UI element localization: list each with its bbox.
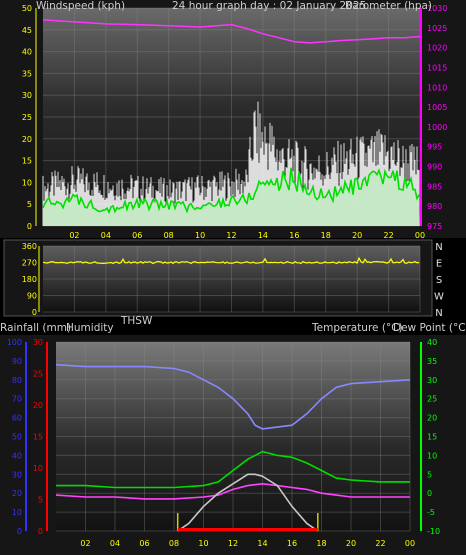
- windspeed-tick-label: 10: [22, 178, 32, 187]
- graph-title: 24 hour graph day : 02 January 2025: [172, 0, 366, 12]
- temperature-tick-label: 0: [427, 489, 432, 498]
- compass-tick-label: W: [434, 292, 444, 303]
- windspeed-tick-label: 50: [22, 4, 32, 13]
- windspeed-tick-label: 25: [22, 113, 32, 122]
- x-tick-label: 10: [195, 231, 205, 240]
- temperature-tick-label: 20: [427, 414, 437, 423]
- x-tick-label: 06: [132, 231, 142, 240]
- x-tick-label: 20: [346, 539, 356, 548]
- barometer-tick-label: 1000: [427, 123, 447, 132]
- x-tick-label: 04: [101, 231, 111, 240]
- windspeed-tick-label: 5: [27, 200, 32, 209]
- barometer-tick-label: 975: [427, 222, 442, 231]
- rain-tick-label: 25: [33, 370, 43, 379]
- humidity-tick-label: 90: [12, 357, 22, 366]
- humidity-tick-label: 80: [12, 376, 22, 385]
- weather-graph-window: 0 5 10 15 20 25 30 35 40 45 50 975 980 985 990 995 1000 1…: [0, 0, 466, 555]
- barometer-tick-label: 1015: [427, 63, 447, 72]
- dew-point-axis-title: Dew Point (°C): [393, 322, 466, 334]
- windspeed-axis-title: Windspeed (kph): [36, 0, 125, 12]
- rain-tick-label: 30: [33, 338, 43, 347]
- direction-tick-label: 180: [22, 275, 37, 284]
- humidity-tick-label: 20: [12, 489, 22, 498]
- barometer-tick-label: 995: [427, 143, 442, 152]
- x-tick-label: 02: [80, 539, 90, 548]
- temperature-tick-label: 5: [427, 470, 432, 479]
- temperature-tick-label: 30: [427, 376, 437, 385]
- direction-tick-label: 0: [32, 308, 37, 317]
- thsw-label: THSW: [120, 315, 153, 327]
- x-tick-label: 04: [110, 539, 120, 548]
- x-tick-label: 08: [169, 539, 179, 548]
- compass-tick-label: E: [436, 259, 442, 270]
- windspeed-tick-label: 35: [22, 69, 32, 78]
- x-tick-label: 20: [352, 231, 362, 240]
- barometer-tick-label: 990: [427, 163, 442, 172]
- x-tick-label: 22: [383, 231, 393, 240]
- x-tick-label: 12: [228, 539, 238, 548]
- temperature-tick-label: 15: [427, 433, 437, 442]
- temperature-tick-label: -10: [427, 527, 440, 536]
- temperature-tick-label: 25: [427, 395, 437, 404]
- x-tick-label: 18: [316, 539, 326, 548]
- compass-tick-label: N: [435, 308, 442, 319]
- windspeed-tick-label: 20: [22, 135, 32, 144]
- windspeed-tick-label: 30: [22, 91, 32, 100]
- windspeed-tick-label: 0: [27, 222, 32, 231]
- x-tick-label: 10: [198, 539, 208, 548]
- windspeed-tick-label: 45: [22, 26, 32, 35]
- humidity-tick-label: 30: [12, 470, 22, 479]
- x-tick-label: 00: [405, 539, 415, 548]
- barometer-axis-title: Barometer (hpa): [345, 0, 432, 12]
- x-tick-label: 14: [258, 231, 268, 240]
- x-tick-label: 18: [321, 231, 331, 240]
- temperature-tick-label: 35: [427, 357, 437, 366]
- rain-tick-label: 0: [38, 527, 43, 536]
- compass-tick-label: S: [436, 275, 442, 286]
- temperature-tick-label: 40: [427, 338, 437, 347]
- compass-tick-label: N: [435, 242, 442, 253]
- humidity-tick-label: 100: [7, 338, 22, 347]
- temperature-axis-title: Temperature (°C): [311, 322, 403, 334]
- humidity-tick-label: 40: [12, 451, 22, 460]
- humidity-tick-label: 60: [12, 414, 22, 423]
- x-tick-label: 12: [226, 231, 236, 240]
- direction-tick-label: 90: [27, 292, 37, 301]
- direction-tick-label: 360: [22, 242, 37, 251]
- rain-tick-label: 15: [33, 433, 43, 442]
- humidity-axis-title: Humidity: [66, 322, 114, 334]
- rain-tick-label: 5: [38, 496, 43, 505]
- weather-chart: 0510152025303540455097598098599099510001…: [0, 0, 466, 555]
- barometer-tick-label: 985: [427, 182, 442, 191]
- humidity-tick-label: 70: [12, 395, 22, 404]
- barometer-tick-label: 980: [427, 202, 442, 211]
- x-tick-label: 00: [415, 231, 425, 240]
- x-tick-label: 02: [69, 231, 79, 240]
- x-tick-label: 16: [289, 231, 299, 240]
- x-tick-label: 14: [257, 539, 267, 548]
- rain-tick-label: 10: [33, 464, 43, 473]
- x-tick-label: 08: [164, 231, 174, 240]
- barometer-tick-label: 1025: [427, 24, 447, 33]
- rain-tick-label: 20: [33, 401, 43, 410]
- barometer-tick-label: 1020: [427, 44, 447, 53]
- x-tick-label: 22: [375, 539, 385, 548]
- rain-bar: [177, 528, 318, 531]
- barometer-tick-label: 1010: [427, 83, 447, 92]
- temperature-tick-label: -5: [427, 508, 435, 517]
- windspeed-tick-label: 40: [22, 48, 32, 57]
- humidity-tick-label: 0: [17, 527, 22, 536]
- humidity-tick-label: 50: [12, 433, 22, 442]
- direction-tick-label: 270: [22, 259, 37, 268]
- barometer-tick-label: 1005: [427, 103, 447, 112]
- temperature-tick-label: 10: [427, 451, 437, 460]
- x-tick-label: 06: [139, 539, 149, 548]
- windspeed-tick-label: 15: [22, 157, 32, 166]
- humidity-tick-label: 10: [12, 508, 22, 517]
- rainfall-axis-title: Rainfall (mm): [0, 322, 71, 334]
- x-tick-label: 16: [287, 539, 297, 548]
